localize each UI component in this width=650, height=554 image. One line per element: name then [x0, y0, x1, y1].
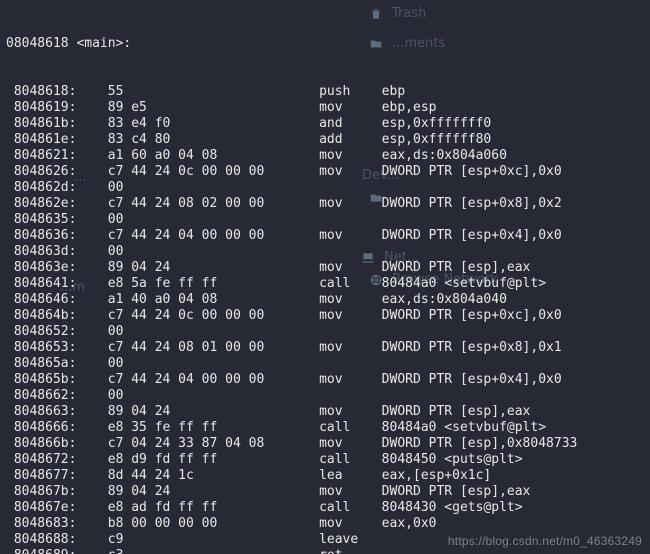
watermark-text: https://blog.csdn.net/m0_46363249 [448, 534, 642, 548]
asm-row: 8048636: c7 44 24 04 00 00 00 mov DWORD … [6, 228, 644, 244]
asm-row: 8048635: 00 [6, 212, 644, 228]
asm-row: 8048646: a1 40 a0 04 08 mov eax,ds:0x804… [6, 292, 644, 308]
asm-row: 8048641: e8 5a fe ff ff call 80484a0 <se… [6, 276, 644, 292]
asm-row: 804864b: c7 44 24 0c 00 00 00 mov DWORD … [6, 308, 644, 324]
asm-row: 804863e: 89 04 24 mov DWORD PTR [esp],ea… [6, 260, 644, 276]
asm-row: 804867e: e8 ad fd ff ff call 8048430 <ge… [6, 500, 644, 516]
asm-row: 8048672: e8 d9 fd ff ff call 8048450 <pu… [6, 452, 644, 468]
asm-row: 804863d: 00 [6, 244, 644, 260]
asm-row: 8048662: 00 [6, 388, 644, 404]
asm-row: 8048666: e8 35 fe ff ff call 80484a0 <se… [6, 420, 644, 436]
asm-row: 8048653: c7 44 24 08 01 00 00 mov DWORD … [6, 340, 644, 356]
listing-header: 08048618 <main>: [6, 36, 644, 52]
asm-row: 8048683: b8 00 00 00 00 mov eax,0x0 [6, 516, 644, 532]
asm-row: 804861e: 83 c4 80 add esp,0xffffff80 [6, 132, 644, 148]
asm-row: 804867b: 89 04 24 mov DWORD PTR [esp],ea… [6, 484, 644, 500]
asm-row: 8048677: 8d 44 24 1c lea eax,[esp+0x1c] [6, 468, 644, 484]
asm-row: 8048618: 55 push ebp [6, 84, 644, 100]
asm-row: 8048621: a1 60 a0 04 08 mov eax,ds:0x804… [6, 148, 644, 164]
asm-row: 804862e: c7 44 24 08 02 00 00 mov DWORD … [6, 196, 644, 212]
asm-row: 804861b: 83 e4 f0 and esp,0xfffffff0 [6, 116, 644, 132]
asm-row: 804866b: c7 04 24 33 87 04 08 mov DWORD … [6, 436, 644, 452]
asm-row: 8048689: c3 ret [6, 548, 644, 554]
asm-row: 804865b: c7 44 24 04 00 00 00 mov DWORD … [6, 372, 644, 388]
asm-row: 8048626: c7 44 24 0c 00 00 00 mov DWORD … [6, 164, 644, 180]
disassembly-listing[interactable]: 08048618 <main>: 8048618: 55 push ebp 80… [0, 0, 650, 554]
asm-row: 8048619: 89 e5 mov ebp,esp [6, 100, 644, 116]
asm-row: 804865a: 00 [6, 356, 644, 372]
asm-row: 804862d: 00 [6, 180, 644, 196]
asm-row: 8048652: 00 [6, 324, 644, 340]
asm-row: 8048663: 89 04 24 mov DWORD PTR [esp],ea… [6, 404, 644, 420]
